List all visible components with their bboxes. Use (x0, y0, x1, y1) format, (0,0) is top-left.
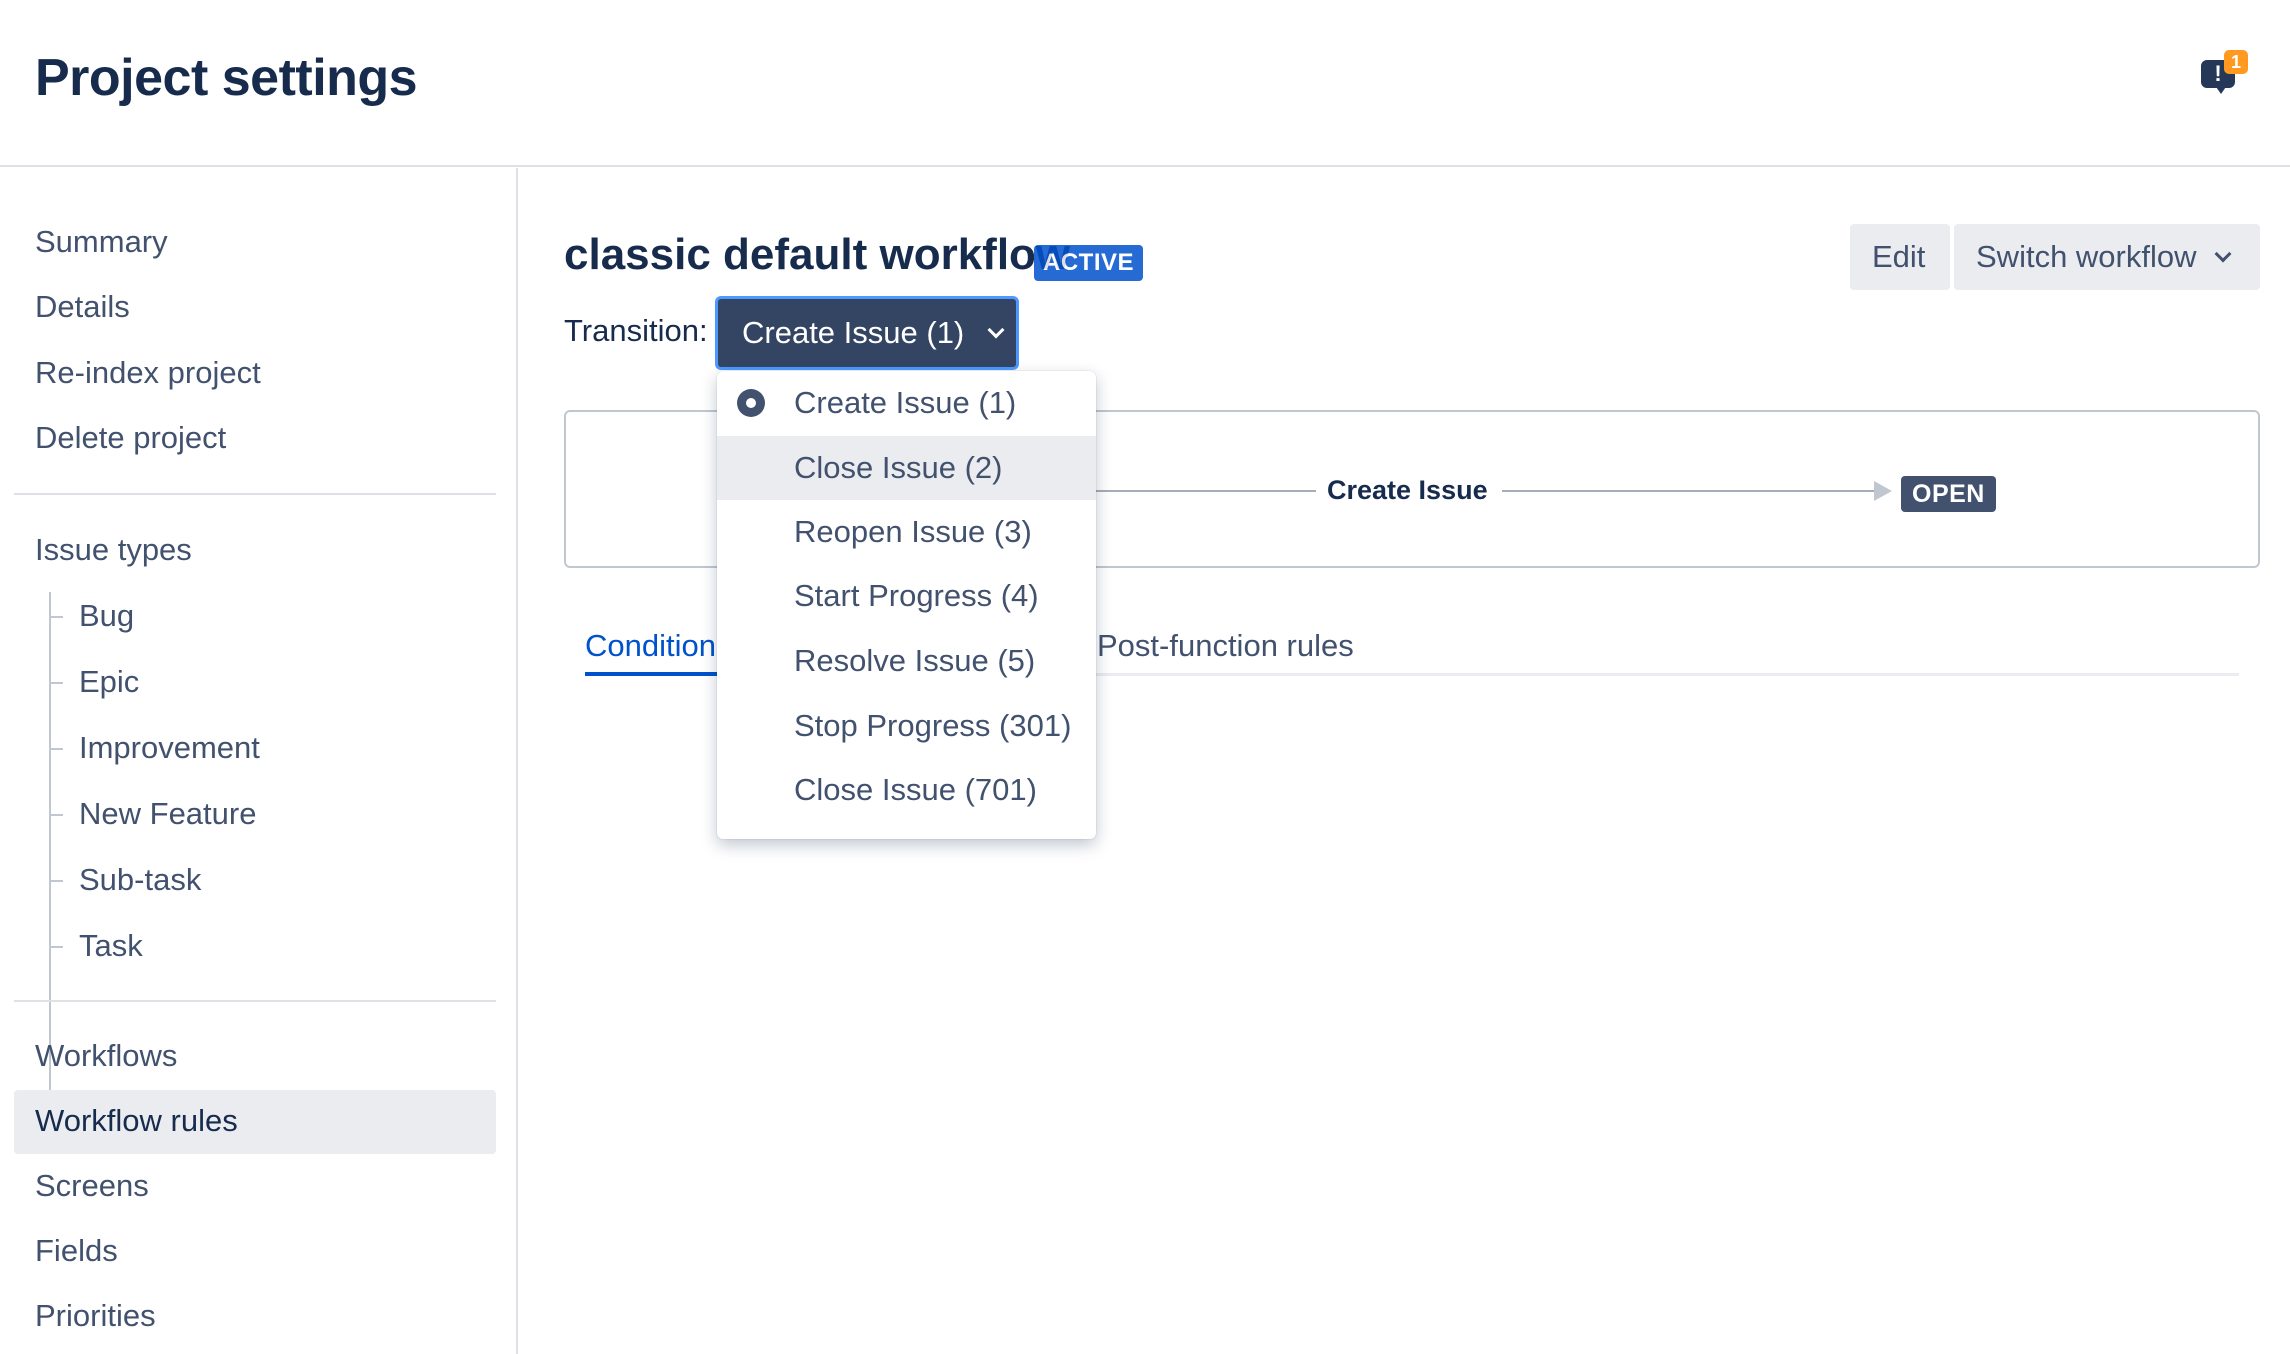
tab-conditions[interactable]: Condition (585, 628, 716, 664)
sidebar-item-details[interactable]: Details (35, 289, 130, 325)
sidebar-item-improvement[interactable]: Improvement (79, 730, 260, 766)
active-status-lozenge: ACTIVE (1034, 245, 1144, 281)
radio-selected-icon (737, 389, 765, 417)
sidebar-item-task[interactable]: Task (79, 928, 143, 964)
project-settings-sidebar: Summary Details Re-index project Delete … (0, 168, 518, 1354)
switch-workflow-label: Switch workflow (1976, 239, 2197, 274)
notification-count-badge: 1 (2224, 50, 2248, 74)
chevron-down-icon (987, 321, 1005, 339)
active-tab-underline (585, 672, 725, 676)
dropdown-option-label: Start Progress (4) (794, 578, 1039, 613)
sidebar-item-sub-task[interactable]: Sub-task (79, 862, 201, 898)
sidebar-item-fields[interactable]: Fields (35, 1233, 118, 1269)
sidebar-item-reindex-project[interactable]: Re-index project (35, 355, 261, 391)
tree-branch (49, 682, 63, 684)
page-title: Project settings (35, 49, 418, 107)
tree-branch (49, 880, 63, 882)
dropdown-option[interactable]: Create Issue (1) (717, 371, 1096, 435)
dropdown-option-label: Create Issue (1) (794, 385, 1017, 420)
chevron-down-icon (2214, 245, 2231, 263)
dropdown-option-label: Reopen Issue (3) (794, 514, 1032, 549)
transition-line (1502, 490, 1874, 492)
dropdown-option[interactable]: Stop Progress (301) (717, 694, 1096, 758)
transition-line (1096, 490, 1316, 492)
transition-select-value: Create Issue (1) (742, 315, 965, 350)
dropdown-option-label: Resolve Issue (5) (794, 643, 1036, 678)
sidebar-item-priorities[interactable]: Priorities (35, 1298, 156, 1334)
sidebar-item-new-feature[interactable]: New Feature (79, 796, 256, 832)
dropdown-option[interactable]: Close Issue (2) (717, 436, 1096, 500)
sidebar-item-screens[interactable]: Screens (35, 1168, 149, 1204)
sidebar-item-issue-types[interactable]: Issue types (35, 532, 192, 568)
feedback-icon[interactable]: ! 1 (2196, 50, 2248, 98)
status-open-lozenge: OPEN (1901, 476, 1996, 512)
switch-workflow-button[interactable]: Switch workflow (1954, 224, 2260, 290)
tree-branch (49, 616, 63, 618)
edit-button[interactable]: Edit (1850, 224, 1950, 290)
dropdown-option[interactable]: Close Issue (701) (717, 758, 1096, 822)
sidebar-item-workflows[interactable]: Workflows (35, 1038, 177, 1074)
transition-dropdown-menu: Create Issue (1) Close Issue (2) Reopen … (717, 371, 1096, 839)
tree-branch (49, 748, 63, 750)
workflow-title: classic default workflow (564, 230, 1071, 279)
dropdown-option[interactable]: Resolve Issue (5) (717, 629, 1096, 693)
sidebar-divider (14, 1000, 496, 1002)
transition-select[interactable]: Create Issue (1) (715, 296, 1019, 370)
sidebar-divider (14, 493, 496, 495)
dropdown-option[interactable]: Reopen Issue (3) (717, 500, 1096, 564)
diagram-transition-name: Create Issue (1327, 475, 1488, 505)
sidebar-item-workflow-rules[interactable]: Workflow rules (35, 1103, 238, 1139)
dropdown-option-label: Close Issue (701) (794, 772, 1037, 807)
sidebar-item-delete-project[interactable]: Delete project (35, 420, 226, 456)
tree-branch (49, 814, 63, 816)
transition-label: Transition: (564, 313, 708, 348)
sidebar-item-bug[interactable]: Bug (79, 598, 134, 634)
tab-post-function-rules[interactable]: Post-function rules (1097, 628, 1354, 664)
tree-branch (49, 946, 63, 948)
dropdown-option-label: Close Issue (2) (794, 450, 1003, 485)
dropdown-option-label: Stop Progress (301) (794, 708, 1072, 743)
sidebar-item-epic[interactable]: Epic (79, 664, 139, 700)
sidebar-item-summary[interactable]: Summary (35, 224, 168, 260)
arrowhead-icon (1874, 481, 1892, 501)
dropdown-option[interactable]: Start Progress (4) (717, 564, 1096, 628)
page-header: Project settings ! 1 (0, 0, 2290, 167)
